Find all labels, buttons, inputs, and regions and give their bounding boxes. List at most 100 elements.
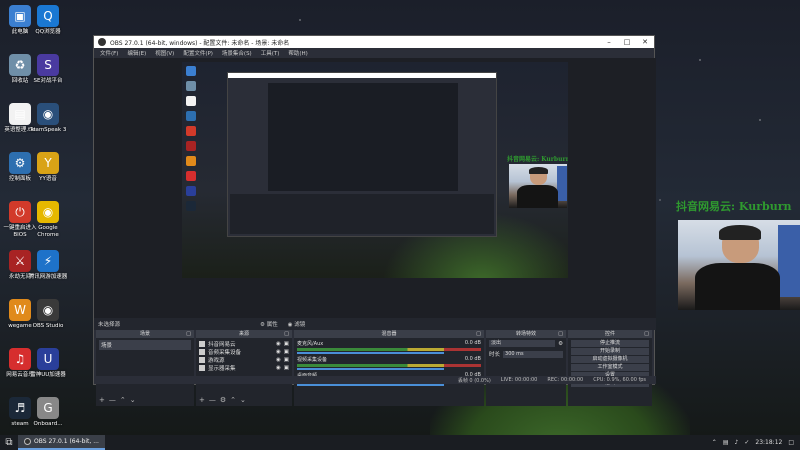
source-item[interactable]: 游戏源 ◉ ▣ xyxy=(199,356,289,364)
lock-icon[interactable]: ▣ xyxy=(284,349,289,355)
volume-slider[interactable] xyxy=(297,384,445,386)
desktop-icon-label: OBS Studio xyxy=(32,323,64,329)
game-icon xyxy=(199,357,205,363)
desktop-icon-tencent-accelerator[interactable]: ⚡ 腾讯网游加速器 xyxy=(28,250,68,281)
obs-window: OBS 27.0.1 (64-bit, windows) - 配置文件: 未命名… xyxy=(93,35,656,406)
clock[interactable]: 23:18:12 xyxy=(755,439,782,446)
transition-settings-icon[interactable]: ⚙ xyxy=(558,341,563,347)
sources-dock: 来源 □ 抖音网易云 ◉ ▣ 音频采集设备 ◉ ▣ 游戏源 ◉ ▣ 显示器采集 ◉ ▣ + — ⚙… xyxy=(196,330,292,406)
mixer-channel: 视频采集设备 0.0 dB xyxy=(297,356,481,370)
volume-icon[interactable]: ♪ xyxy=(735,439,739,446)
teamspeak-icon: ◉ xyxy=(37,103,59,125)
lock-icon[interactable]: ▣ xyxy=(284,365,289,371)
preview-canvas[interactable]: 抖音网易云: Kurburn xyxy=(182,62,568,278)
preview-desktop-icons xyxy=(186,66,226,216)
menu-help[interactable]: 帮助(H) xyxy=(288,49,307,57)
windows-start-icon[interactable]: ⧉ xyxy=(0,435,18,450)
menu-scene-collection[interactable]: 场景集合(S) xyxy=(222,49,252,57)
network-icon[interactable]: ▤ xyxy=(723,439,729,446)
menu-profile[interactable]: 配置文件(P) xyxy=(183,49,213,57)
maximize-button[interactable]: □ xyxy=(618,38,636,46)
minimize-button[interactable]: – xyxy=(600,38,618,46)
desktop-icon-label: Onboard... xyxy=(33,421,63,427)
source-item[interactable]: 音频采集设备 ◉ ▣ xyxy=(199,348,289,356)
eye-icon[interactable]: ◉ xyxy=(276,349,281,355)
transition-select[interactable]: 淡出 xyxy=(489,340,556,347)
menu-tools[interactable]: 工具(T) xyxy=(261,49,280,57)
source-item[interactable]: 抖音网易云 ◉ ▣ xyxy=(199,340,289,348)
lock-icon[interactable]: ▣ xyxy=(284,357,289,363)
controls-title: 控件 xyxy=(604,331,615,337)
taskbar: ⧉ OBS 27.0.1 (64-bit, ... ⌃ ▤ ♪ ✓ 23:18:… xyxy=(0,435,800,450)
studio-mode-button[interactable]: 工作室模式 xyxy=(571,364,649,371)
move-up-icon[interactable]: ⌃ xyxy=(120,396,126,404)
live-time: LIVE: 00:00:00 xyxy=(500,377,538,383)
menu-file[interactable]: 文件(F) xyxy=(100,49,118,57)
obs-taskbar-icon xyxy=(24,438,31,445)
add-scene-icon[interactable]: + xyxy=(99,396,105,404)
transitions-dock: 转场特效 □ 淡出 ⚙ 时长 300 ms xyxy=(486,330,566,406)
move-down-icon[interactable]: ⌄ xyxy=(240,396,246,404)
preview-webcam-label: 抖音网易云: Kurburn xyxy=(507,156,568,163)
obs-titlebar: OBS 27.0.1 (64-bit, windows) - 配置文件: 未命名… xyxy=(94,36,654,48)
remove-source-icon[interactable]: — xyxy=(209,396,216,404)
move-up-icon[interactable]: ⌃ xyxy=(230,396,236,404)
tray-chevron-icon[interactable]: ⌃ xyxy=(712,439,717,446)
webcam-overlay xyxy=(678,220,800,310)
source-settings-icon[interactable]: ⚙ xyxy=(220,396,226,404)
scenes-dock: 场景 □ 场景 + — ⌃ ⌄ xyxy=(96,330,194,406)
qq-browser-icon: Q xyxy=(37,5,59,27)
desktop-icon-onboard[interactable]: G Onboard... xyxy=(28,397,68,428)
virtual-camera-button[interactable]: 启动虚拟摄像机 xyxy=(571,356,649,363)
volume-slider[interactable] xyxy=(297,352,445,354)
se-platform-icon: S xyxy=(37,54,59,76)
no-source-selected: 未选择源 xyxy=(98,322,121,328)
desktop-icon-chrome[interactable]: ◉ Google Chrome xyxy=(28,201,68,238)
scene-item[interactable]: 场景 xyxy=(99,340,191,350)
controls-dock: 控件□ 停止推流 开始录制 启动虚拟摄像机 工作室模式 设置 退出 xyxy=(568,330,652,406)
desktop-icon-label: 腾讯网游加速器 xyxy=(28,274,68,280)
mixer-dock: 混音器□ 麦克风/Aux0.0 dB 视频采集设备0.0 dB 桌面音频0.0 … xyxy=(294,330,484,406)
desktop-icon-se-platform[interactable]: S SE对战平台 xyxy=(28,54,68,85)
transitions-title: 转场特效 xyxy=(515,331,536,337)
desktop-icon-qq-browser[interactable]: Q QQ浏览器 xyxy=(28,5,68,36)
notification-icon[interactable]: □ xyxy=(788,439,794,446)
dock-panels: 场景 □ 场景 + — ⌃ ⌄ 来源 □ 抖音网易云 ◉ ▣ 音频采集设备 ◉ ▣ 游戏源 ◉… xyxy=(94,330,656,406)
desktop-icon-yy-voice[interactable]: Y YY语音 xyxy=(28,152,68,183)
desktop-icon-label: YY语音 xyxy=(39,176,57,182)
menu-edit[interactable]: 编辑(E) xyxy=(127,49,146,57)
nested-obs-preview xyxy=(227,72,497,237)
move-down-icon[interactable]: ⌄ xyxy=(130,396,136,404)
stop-streaming-button[interactable]: 停止推流 xyxy=(571,340,649,347)
eye-icon[interactable]: ◉ xyxy=(276,365,281,371)
desktop-icon-label: QQ浏览器 xyxy=(35,29,61,35)
close-button[interactable]: ✕ xyxy=(636,38,654,46)
mic-icon xyxy=(199,349,205,355)
source-item[interactable]: 显示器采集 ◉ ▣ xyxy=(199,364,289,372)
filters-button[interactable]: ◉ 滤镜 xyxy=(288,320,306,328)
cpu-fps: CPU: 0.9%, 60.00 fps xyxy=(593,377,646,383)
taskbar-obs-item[interactable]: OBS 27.0.1 (64-bit, ... xyxy=(18,435,105,450)
sources-title: 来源 xyxy=(238,331,249,337)
source-status-line: 未选择源 ⚙ 属性 ◉ 滤镜 xyxy=(94,318,656,330)
properties-button[interactable]: ⚙ 属性 xyxy=(260,320,278,328)
ime-icon[interactable]: ✓ xyxy=(744,439,749,446)
desktop-icon-label: TeamSpeak 3 xyxy=(29,127,67,133)
system-tray: ⌃ ▤ ♪ ✓ 23:18:12 □ xyxy=(712,439,800,446)
menu-view[interactable]: 视图(V) xyxy=(155,49,174,57)
webcam-overlay-label: 抖音网易云: Kurburn xyxy=(676,200,792,213)
desktop-icon-label: 雷神UU加速器 xyxy=(30,372,66,378)
start-recording-button[interactable]: 开始录制 xyxy=(571,348,649,355)
add-source-icon[interactable]: + xyxy=(199,396,205,404)
lock-icon[interactable]: ▣ xyxy=(284,341,289,347)
eye-icon[interactable]: ◉ xyxy=(276,341,281,347)
desktop-icon-teamspeak[interactable]: ◉ TeamSpeak 3 xyxy=(28,103,68,134)
desktop-icon-uu-accelerator[interactable]: U 雷神UU加速器 xyxy=(28,348,68,379)
duration-input[interactable]: 300 ms xyxy=(503,350,563,358)
desktop-icon-obs-studio[interactable]: ◉ OBS Studio xyxy=(28,299,68,330)
eye-icon[interactable]: ◉ xyxy=(276,357,281,363)
obs-statusbar: 丢帧 0 (0.0%) LIVE: 00:00:00 REC: 00:00:00… xyxy=(94,376,656,384)
remove-scene-icon[interactable]: — xyxy=(109,396,116,404)
obs-studio-icon: ◉ xyxy=(37,299,59,321)
volume-slider[interactable] xyxy=(297,368,445,370)
